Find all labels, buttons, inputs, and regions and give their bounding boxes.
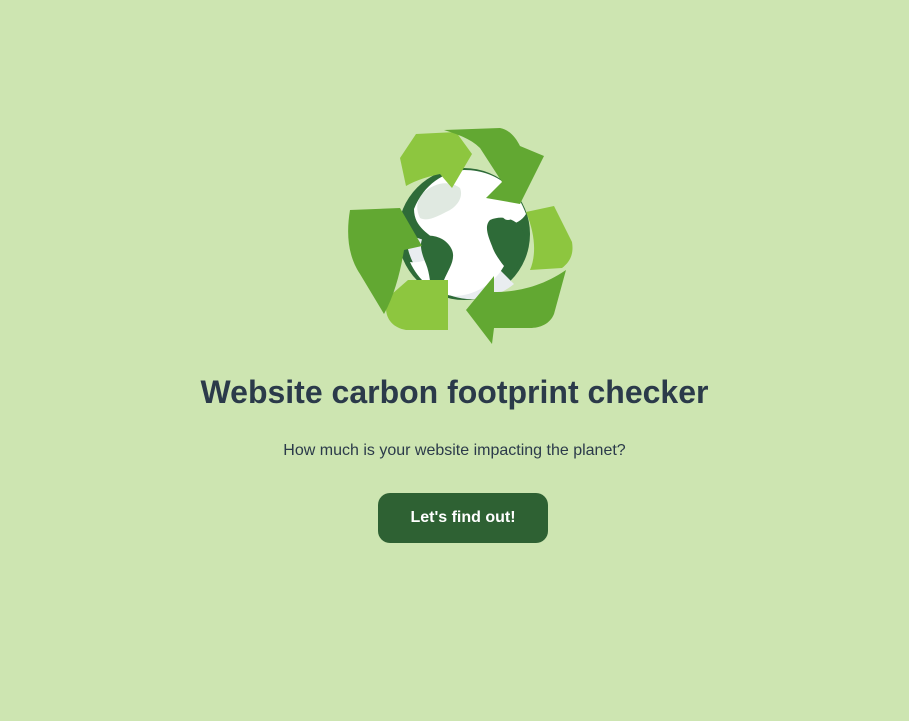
page-title: Website carbon footprint checker	[200, 374, 709, 410]
find-out-button[interactable]: Let's find out!	[378, 493, 548, 543]
recycling-globe-icon	[348, 128, 573, 344]
hero-section: Website carbon footprint checker How muc…	[0, 0, 909, 721]
page-subtitle: How much is your website impacting the p…	[283, 442, 626, 459]
